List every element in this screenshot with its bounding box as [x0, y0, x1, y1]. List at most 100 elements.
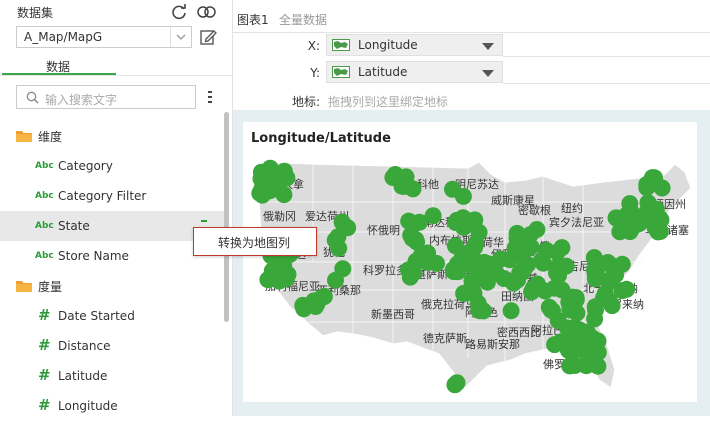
- text-type-icon: Abc: [35, 221, 54, 231]
- edit-icon[interactable]: [199, 28, 217, 46]
- field-category-filter[interactable]: Abc Category Filter: [0, 181, 224, 211]
- map-point[interactable]: [459, 284, 477, 302]
- map-point[interactable]: [586, 270, 604, 288]
- field-date-started[interactable]: # Date Started: [0, 301, 224, 331]
- map-point[interactable]: [447, 214, 465, 231]
- chart-canvas: 蒙大拿北达科他明尼苏达威斯康星密歇根纽约缅因州俄勒冈爱达荷州怀俄明南达科他内布拉…: [233, 110, 710, 416]
- text-type-icon: Abc: [35, 251, 54, 261]
- map-point[interactable]: [495, 270, 513, 287]
- field-longitude[interactable]: # Longitude: [0, 391, 224, 421]
- map-point[interactable]: [295, 300, 313, 318]
- divider: [0, 75, 232, 76]
- map-point[interactable]: [621, 195, 639, 213]
- y-field-value: Latitude: [358, 65, 408, 79]
- map-point[interactable]: [553, 239, 571, 257]
- folder-icon: [16, 281, 32, 292]
- us-map: 蒙大拿北达科他明尼苏达威斯康星密歇根纽约缅因州俄勒冈爱达荷州怀俄明南达科他内布拉…: [251, 159, 692, 394]
- chevron-down-icon[interactable]: [482, 70, 494, 77]
- map-point[interactable]: [502, 302, 520, 320]
- map-point[interactable]: [607, 209, 625, 227]
- map-point[interactable]: [506, 239, 524, 257]
- map-label: 怀俄明: [367, 224, 400, 237]
- map-point[interactable]: [537, 241, 555, 259]
- map-point[interactable]: [540, 298, 558, 316]
- map-point[interactable]: [559, 341, 577, 359]
- field-menu-icon[interactable]: [201, 220, 207, 222]
- map-point[interactable]: [599, 254, 617, 271]
- dataset-value: A_Map/MapG: [24, 30, 103, 44]
- field-state[interactable]: Abc State: [0, 211, 224, 241]
- map-point[interactable]: [338, 218, 356, 236]
- refresh-icon[interactable]: [169, 2, 189, 22]
- field-category[interactable]: Abc Category: [0, 151, 224, 181]
- map-point[interactable]: [445, 263, 463, 281]
- geo-field-icon: [332, 39, 350, 51]
- search-icon: [26, 91, 39, 104]
- map-label: 密歇根: [518, 203, 551, 217]
- text-type-icon: Abc: [35, 191, 54, 201]
- text-type-icon: Abc: [35, 161, 54, 171]
- search-input[interactable]: 输入搜索文字: [16, 85, 196, 109]
- map-point[interactable]: [478, 273, 496, 291]
- map-point[interactable]: [470, 223, 488, 241]
- marker-binding: 地标: 拖拽列到这里绑定地标: [233, 88, 710, 112]
- map-point[interactable]: [587, 336, 605, 354]
- map-point[interactable]: [446, 376, 464, 394]
- map-point[interactable]: [334, 260, 352, 278]
- dataset-title: 数据集: [17, 6, 54, 20]
- chart-card[interactable]: 蒙大拿北达科他明尼苏达威斯康星密歇根纽约缅因州俄勒冈爱达荷州怀俄明南达科他内布拉…: [243, 122, 697, 402]
- map-point[interactable]: [428, 254, 445, 272]
- chevron-down-icon[interactable]: [170, 27, 191, 47]
- number-type-icon: #: [38, 366, 51, 384]
- field-latitude[interactable]: # Latitude: [0, 361, 224, 391]
- dataset-link-icon[interactable]: [196, 2, 218, 22]
- dimensions-group[interactable]: 维度: [16, 126, 216, 146]
- map-point[interactable]: [456, 250, 474, 268]
- field-name: Store Name: [58, 249, 129, 263]
- marker-drop-area[interactable]: 拖拽列到这里绑定地标: [328, 93, 448, 110]
- chart-title: Longitude/Latitude: [251, 131, 391, 146]
- context-menu: 转换为地图列: [193, 227, 317, 256]
- field-name: Longitude: [58, 399, 118, 413]
- field-store-name[interactable]: Abc Store Name: [0, 241, 224, 271]
- tab-bar: 图表1 全量数据: [233, 0, 710, 33]
- map-point[interactable]: [545, 279, 563, 297]
- map-point[interactable]: [407, 231, 425, 249]
- y-field-select[interactable]: Latitude: [326, 61, 503, 83]
- field-distance[interactable]: # Distance: [0, 331, 224, 361]
- map-point[interactable]: [523, 283, 541, 301]
- x-field-value: Longitude: [358, 38, 418, 52]
- y-drop-area[interactable]: [503, 61, 710, 84]
- map-point[interactable]: [261, 182, 279, 200]
- tab-chart[interactable]: 图表1: [237, 11, 269, 28]
- x-drop-area[interactable]: [503, 34, 710, 57]
- map-point[interactable]: [400, 261, 417, 279]
- measures-label: 度量: [38, 280, 63, 294]
- map-point[interactable]: [454, 187, 472, 205]
- y-label: Y:: [310, 66, 320, 80]
- more-options-icon[interactable]: [207, 90, 213, 104]
- map-point[interactable]: [646, 171, 664, 189]
- map-point[interactable]: [472, 254, 490, 272]
- map-point[interactable]: [549, 258, 567, 275]
- convert-to-geo-column-item[interactable]: 转换为地图列: [218, 234, 290, 251]
- field-name: Latitude: [58, 369, 108, 383]
- field-name: Distance: [58, 339, 111, 353]
- chevron-down-icon[interactable]: [482, 43, 494, 50]
- map-label: 纽约: [561, 201, 583, 215]
- number-type-icon: #: [38, 396, 51, 414]
- map-point[interactable]: [474, 302, 492, 320]
- chart-editor: 图表1 全量数据 X: Longitude Y: Latitude 地标: 拖拽…: [233, 0, 710, 416]
- y-binding: Y: Latitude: [233, 61, 710, 85]
- map-point[interactable]: [397, 168, 415, 186]
- scrollbar[interactable]: [224, 112, 229, 322]
- measures-group[interactable]: 度量: [16, 276, 216, 296]
- x-field-select[interactable]: Longitude: [326, 34, 503, 56]
- map-point[interactable]: [424, 207, 442, 225]
- map-point[interactable]: [613, 282, 631, 300]
- dataset-select[interactable]: A_Map/MapG: [16, 26, 192, 48]
- map-point[interactable]: [566, 293, 584, 311]
- tab-all-data[interactable]: 全量数据: [279, 11, 327, 28]
- map-point[interactable]: [268, 266, 286, 284]
- map-point[interactable]: [511, 264, 529, 282]
